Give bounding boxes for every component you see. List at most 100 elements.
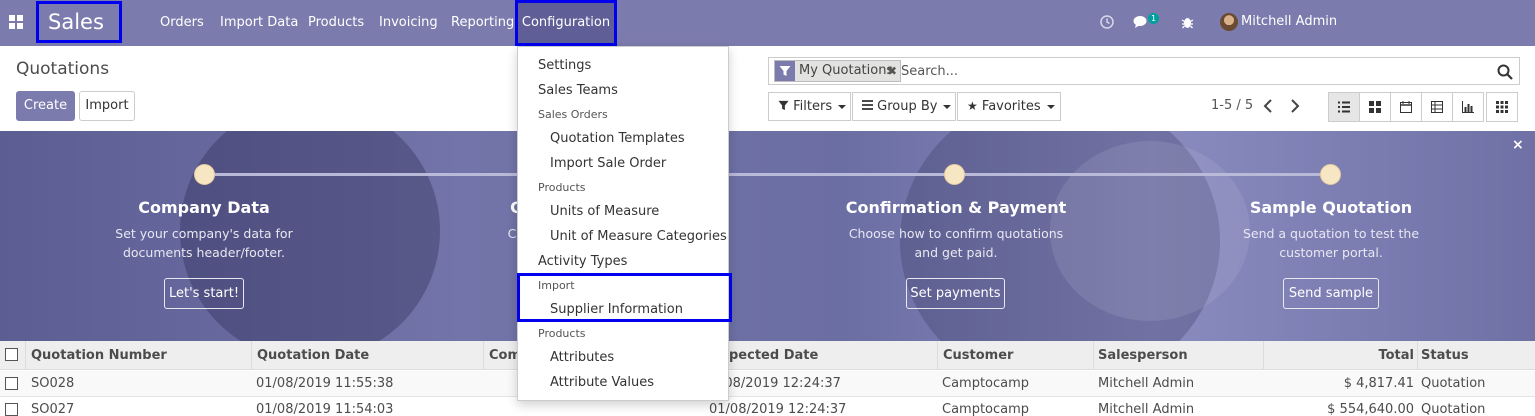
list-view-button[interactable]	[1328, 92, 1360, 122]
col-quotation-date[interactable]: Quotation Date	[257, 341, 369, 370]
pivot-view-button[interactable]	[1421, 92, 1453, 122]
menu-orders[interactable]: Orders	[160, 0, 204, 46]
cell-quotation-date: 01/08/2019 11:55:38	[256, 376, 394, 391]
calendar-view-button[interactable]	[1390, 92, 1422, 122]
step-desc-sample-quotation: Send a quotation to test the customer por…	[1242, 226, 1420, 260]
step-dot	[194, 164, 215, 185]
cell-status: Quotation	[1421, 376, 1486, 391]
filters-label: Filters	[793, 99, 833, 114]
step-title-sample-quotation: Sample Quotation	[1249, 198, 1413, 217]
col-quotation-number[interactable]: Quotation Number	[31, 341, 167, 370]
user-avatar[interactable]	[1220, 13, 1238, 31]
column-separator	[483, 341, 484, 370]
column-separator	[1417, 341, 1418, 370]
graph-view-icon	[1462, 101, 1474, 113]
pager-previous-icon[interactable]	[1263, 99, 1273, 113]
create-button[interactable]: Create	[16, 91, 75, 121]
pager-next-icon[interactable]	[1290, 99, 1300, 113]
step-desc-company-data: Set your company's data for documents hea…	[115, 226, 293, 260]
menu-item-sales-teams[interactable]: Sales Teams	[518, 82, 728, 100]
configuration-dropdown: Settings Sales Teams Sales Orders Quotat…	[517, 46, 732, 401]
menu-header-products-2: Products	[538, 327, 586, 340]
grid-view-button[interactable]	[1486, 92, 1518, 122]
import-button[interactable]: Import	[79, 91, 135, 121]
col-salesperson[interactable]: Salesperson	[1098, 341, 1188, 370]
group-by-caret-icon	[943, 104, 952, 109]
facet-remove-icon[interactable]: ✖	[887, 61, 897, 81]
column-separator	[251, 341, 252, 370]
row-checkbox[interactable]	[5, 377, 18, 390]
cell-quotation-date: 01/08/2019 11:54:03	[256, 402, 394, 416]
column-separator	[1093, 341, 1094, 370]
menu-item-settings[interactable]: Settings	[518, 57, 728, 75]
table-row[interactable]: SO027 01/08/2019 11:54:03 01/08/2019 12:…	[0, 397, 1535, 416]
select-all-checkbox[interactable]	[5, 348, 18, 361]
col-expected-date[interactable]: pected Date	[729, 341, 818, 370]
pager-value[interactable]: 1-5 / 5	[1211, 98, 1253, 113]
calendar-view-icon	[1400, 101, 1412, 113]
col-customer[interactable]: Customer	[943, 341, 1013, 370]
favorites-caret-icon	[1046, 104, 1055, 109]
chat-badge: 1	[1148, 13, 1160, 24]
star-icon: ★	[967, 99, 978, 113]
apps-grid-icon[interactable]	[9, 15, 23, 29]
banner-close-icon[interactable]: ×	[1512, 137, 1524, 153]
menu-item-import-sale-order[interactable]: Import Sale Order	[518, 155, 728, 173]
cell-number: SO028	[31, 376, 75, 391]
search-facet: My Quotations ✖	[774, 60, 901, 82]
search-icon[interactable]	[1497, 64, 1513, 80]
menu-item-quotation-templates[interactable]: Quotation Templates	[518, 130, 728, 148]
cell-expected-date: 01/08/2019 12:24:37	[709, 402, 847, 416]
menu-configuration[interactable]: Configuration	[515, 0, 617, 46]
step-title-confirmation-payment: Confirmation & Payment	[845, 198, 1067, 217]
app-brand[interactable]: Sales	[36, 1, 122, 43]
set-payments-button[interactable]: Set payments	[906, 278, 1005, 309]
menu-item-attributes[interactable]: Attributes	[518, 349, 728, 367]
column-separator	[25, 341, 26, 370]
step-dot	[1320, 164, 1341, 185]
menu-invoicing[interactable]: Invoicing	[379, 0, 438, 46]
menu-reporting[interactable]: Reporting	[451, 0, 514, 46]
graph-view-button[interactable]	[1452, 92, 1484, 122]
highlight-box	[517, 273, 732, 322]
col-status[interactable]: Status	[1421, 341, 1469, 370]
menu-import-data[interactable]: Import Data	[220, 0, 298, 46]
chat-icon[interactable]	[1133, 15, 1149, 29]
list-view-icon	[1338, 101, 1350, 113]
search-bar: My Quotations ✖	[768, 57, 1520, 85]
page-title: Quotations	[16, 59, 110, 79]
menu-item-uom-categories[interactable]: Unit of Measure Categories	[518, 228, 728, 246]
step-desc-confirmation-payment: Choose how to confirm quotations and get …	[848, 226, 1064, 260]
menu-item-units-of-measure[interactable]: Units of Measure	[518, 203, 728, 221]
menu-item-attribute-values[interactable]: Attribute Values	[518, 374, 728, 392]
cell-status: Quotation	[1421, 402, 1486, 416]
favorites-button[interactable]: ★ Favorites	[957, 92, 1061, 121]
filters-caret-icon	[838, 104, 847, 109]
onboarding-progress-line	[204, 173, 1330, 176]
cell-total: $ 4,817.41	[1343, 376, 1414, 391]
clock-icon[interactable]	[1100, 15, 1114, 29]
step-dot	[944, 164, 965, 185]
filters-button[interactable]: Filters	[768, 92, 851, 121]
search-input[interactable]	[901, 60, 1481, 82]
group-by-button[interactable]: Group By	[852, 92, 956, 121]
bug-icon[interactable]	[1181, 15, 1194, 29]
column-separator	[1263, 341, 1264, 370]
facet-label: My Quotations	[799, 63, 894, 78]
favorites-label: Favorites	[981, 99, 1041, 114]
onboarding-banner: Company Data Set your company's data for…	[0, 131, 1535, 341]
menu-products[interactable]: Products	[308, 0, 364, 46]
lets-start-button[interactable]: Let's start!	[164, 278, 244, 309]
kanban-view-button[interactable]	[1359, 92, 1391, 122]
table-header: Quotation Number Quotation Date Com pect…	[0, 341, 1535, 370]
grid-view-icon	[1496, 101, 1508, 113]
funnel-icon	[778, 100, 789, 111]
send-sample-button[interactable]: Send sample	[1283, 278, 1379, 309]
cell-customer: Camptocamp	[942, 402, 1030, 416]
cell-customer: Camptocamp	[942, 376, 1030, 391]
row-checkbox[interactable]	[5, 403, 18, 416]
col-total[interactable]: Total	[1300, 341, 1414, 370]
filter-icon	[775, 61, 795, 81]
table-row[interactable]: SO028 01/08/2019 11:55:38 /08/2019 12:24…	[0, 371, 1535, 397]
menu-item-activity-types[interactable]: Activity Types	[518, 253, 728, 271]
